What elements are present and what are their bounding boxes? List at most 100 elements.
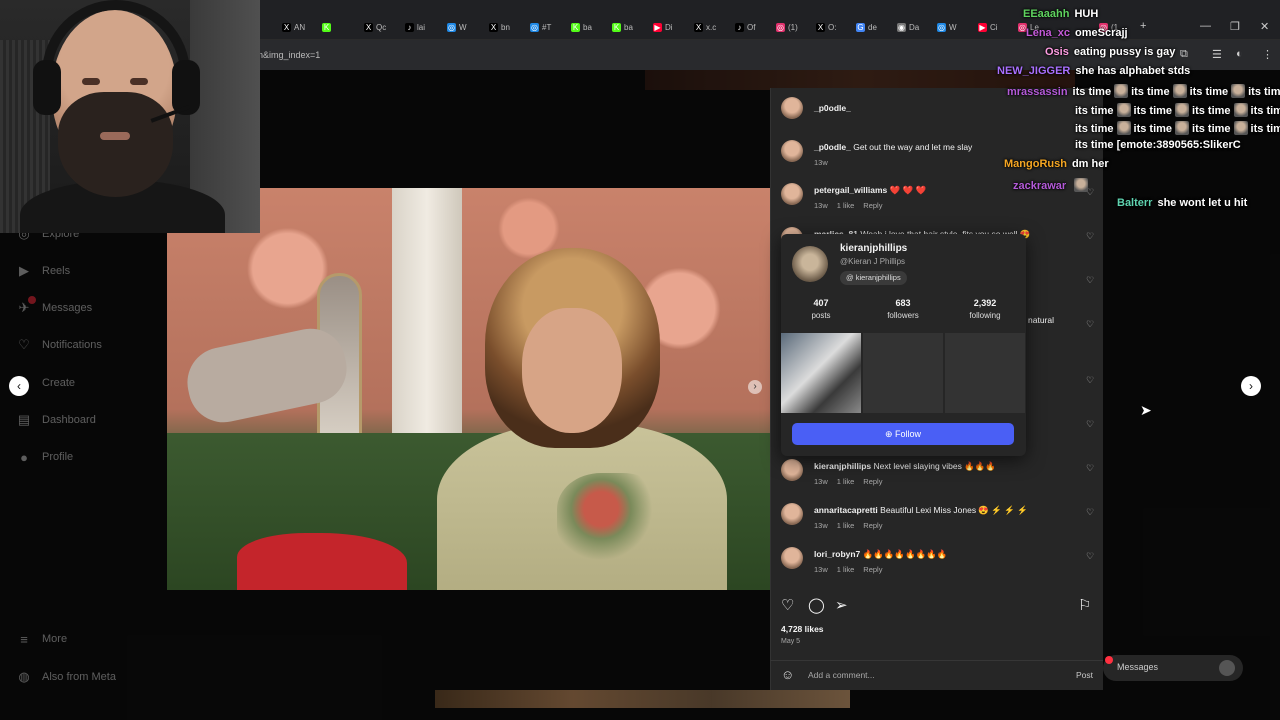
browser-tab[interactable]: ♪ Of (735, 18, 755, 36)
comment-reply[interactable]: Reply (863, 201, 882, 210)
avatar[interactable] (781, 140, 803, 162)
chat-username[interactable]: MangoRush (1004, 158, 1067, 170)
menu-icon[interactable]: ⋮ (1262, 48, 1273, 61)
browser-tab[interactable]: ▶ Di (653, 18, 673, 36)
webcam-overlay (0, 0, 260, 233)
close-window-button[interactable]: ✕ (1260, 20, 1269, 33)
avatar[interactable] (792, 246, 828, 282)
chat-username[interactable]: Osis (1045, 46, 1069, 58)
tab-label: lai (417, 22, 426, 32)
next-image-button[interactable]: › (748, 380, 762, 394)
post-author[interactable]: _p0odle_ (814, 103, 851, 113)
comment-like-icon[interactable]: ♡ (1086, 551, 1094, 562)
chat-username[interactable]: NEW_JIGGER (997, 65, 1070, 77)
hover-username[interactable]: kieranjphillips (840, 243, 907, 254)
chat-username[interactable]: EEaaahh (1023, 8, 1069, 20)
follow-button[interactable]: ⊕ Follow (792, 423, 1014, 445)
share-icon[interactable]: ➢ (835, 596, 848, 614)
new-tab-button[interactable]: + (1140, 20, 1146, 32)
browser-tab[interactable]: Xbn (489, 18, 510, 36)
emoji-icon[interactable]: ☺ (781, 667, 794, 682)
chat-username[interactable]: Lena_xc (1026, 27, 1070, 39)
comment-like-icon[interactable]: ♡ (1086, 463, 1094, 474)
comment-username[interactable]: kieranjphillips (814, 461, 871, 471)
comment-like-icon[interactable]: ♡ (1086, 419, 1094, 430)
browser-tab[interactable]: K (322, 18, 334, 36)
tab-search-icon[interactable]: ☰ (1212, 48, 1222, 61)
comment-line: lori_robyn7 🔥🔥🔥🔥🔥🔥🔥🔥 (814, 549, 947, 560)
browser-tab[interactable]: Kba (612, 18, 633, 36)
browser-tab[interactable]: ◎ W (937, 18, 957, 36)
comment-reply[interactable]: Reply (863, 477, 882, 486)
comment-time: 13w (814, 521, 828, 530)
browser-tab[interactable]: ▶ Ci (978, 18, 998, 36)
comment-likes[interactable]: 1 like (837, 477, 855, 486)
background-thumbnails (435, 690, 850, 708)
comment-username[interactable]: _p0odle_ (814, 142, 851, 152)
profile-thumbnail[interactable] (863, 333, 943, 413)
chat-username[interactable]: mrassassin (1007, 86, 1068, 98)
browser-tab[interactable]: X Qc (364, 18, 386, 36)
chat-message: Osis eating pussy is gay (1045, 46, 1175, 58)
comment-reply[interactable]: Reply (863, 565, 882, 574)
threads-badge[interactable]: @ kieranjphillips (840, 271, 907, 285)
browser-tab[interactable]: X O: (816, 18, 836, 36)
like-count[interactable]: 4,728 likes (781, 624, 824, 634)
minimize-button[interactable]: — (1200, 20, 1211, 32)
avatar[interactable] (781, 183, 803, 205)
next-post-button[interactable]: › (1241, 376, 1261, 396)
comment-reply[interactable]: Reply (863, 521, 882, 530)
stat-following[interactable]: 2,392 following (945, 298, 1025, 320)
browser-tab[interactable]: Gde (856, 18, 877, 36)
browser-tab[interactable]: ◉ Da (897, 18, 919, 36)
comment-like-icon[interactable]: ♡ (1086, 231, 1094, 242)
comment-likes[interactable]: 1 like (837, 201, 855, 210)
avatar[interactable] (781, 503, 803, 525)
like-icon[interactable]: ♡ (781, 596, 794, 614)
comment-username[interactable]: annaritacapretti (814, 505, 878, 515)
post-comment-button[interactable]: Post (1076, 670, 1093, 680)
comment-input[interactable]: Add a comment... (808, 670, 875, 680)
messages-widget[interactable]: Messages (1103, 655, 1243, 681)
tab-label: x.c (706, 22, 717, 32)
comment-like-icon[interactable]: ♡ (1086, 275, 1094, 286)
comment-icon[interactable]: ◯ (808, 596, 825, 614)
browser-tab[interactable]: Kba (571, 18, 592, 36)
browser-tab[interactable]: Xx.c (694, 18, 716, 36)
chat-username[interactable]: Balterr (1117, 197, 1152, 209)
chat-text: its time (1189, 86, 1229, 98)
follow-label: Follow (895, 429, 922, 439)
profile-thumbnail[interactable] (781, 333, 861, 413)
restore-button[interactable]: ❐ (1230, 20, 1240, 33)
chat-emote-icon (1233, 121, 1248, 135)
comment-username[interactable]: petergail_williams (814, 185, 887, 195)
chat-username[interactable]: zackrawar (1013, 180, 1066, 192)
avatar[interactable] (781, 97, 803, 119)
avatar[interactable] (781, 459, 803, 481)
comment-text: Next level slaying vibes 🔥🔥🔥 (873, 461, 996, 471)
profile-icon[interactable]: ◐ (1236, 48, 1243, 60)
profile-thumbnail[interactable] (945, 333, 1025, 413)
tab-label: #T (542, 22, 552, 32)
comment-likes[interactable]: 1 like (837, 521, 855, 530)
url-text[interactable]: n&img_index=1 (258, 50, 320, 60)
stat-followers[interactable]: 683 followers (863, 298, 943, 320)
tab-favicon-icon: ▶ (653, 22, 662, 32)
extensions-icon[interactable]: ⧉ (1180, 48, 1188, 61)
tab-favicon-icon: ◎ (776, 22, 785, 32)
browser-tab[interactable]: ♪ lai (405, 18, 425, 36)
comment-like-icon[interactable]: ♡ (1086, 507, 1094, 518)
comment-likes[interactable]: 1 like (837, 565, 855, 574)
comment-like-icon[interactable]: ♡ (1086, 375, 1094, 386)
bookmark-icon[interactable]: ⚐ (1078, 596, 1091, 614)
avatar[interactable] (781, 547, 803, 569)
browser-tab[interactable]: ◎ #T (530, 18, 551, 36)
browser-tab[interactable]: ◎ W (447, 18, 467, 36)
comment-username[interactable]: lori_robyn7 (814, 549, 860, 559)
prev-post-button[interactable]: ‹ (9, 376, 29, 396)
post-photo[interactable] (167, 188, 770, 590)
browser-tab[interactable]: ◎ (1) (776, 18, 798, 36)
comment-like-icon[interactable]: ♡ (1086, 319, 1094, 330)
tab-favicon-icon: ♪ (735, 22, 744, 32)
browser-tab[interactable]: X AN (282, 18, 305, 36)
